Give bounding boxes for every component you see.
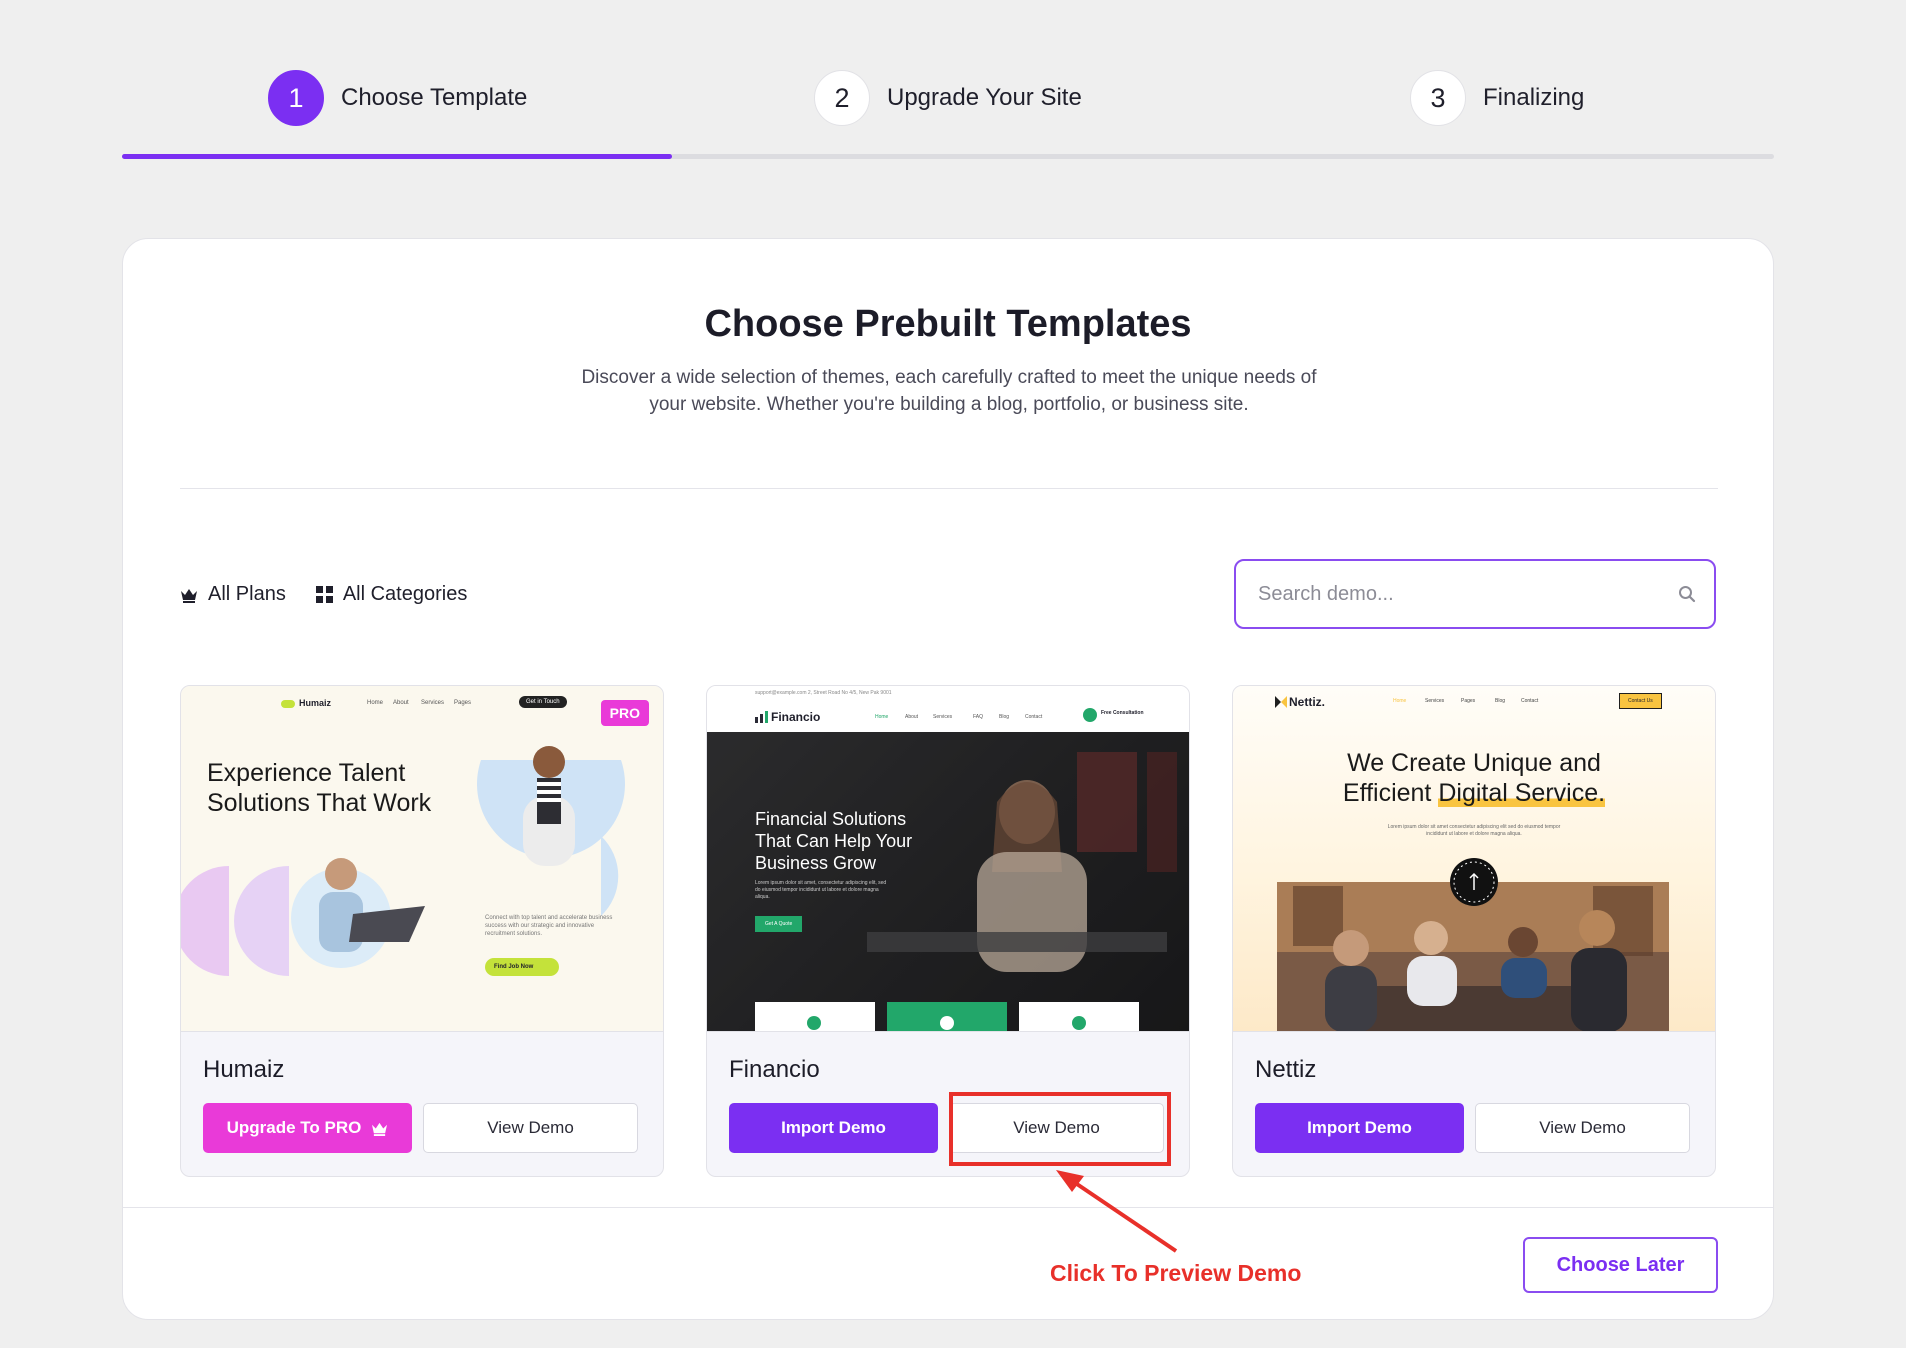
crown-icon	[181, 588, 197, 603]
template-card-humaiz: Humaiz Home About Services Pages Get in …	[180, 685, 664, 1177]
preview-topbar: support@example.com 2, Street Road No 4/…	[755, 690, 892, 696]
preview-button: Get A Quote	[755, 916, 803, 932]
template-preview[interactable]: support@example.com 2, Street Road No 4/…	[707, 686, 1189, 1032]
all-categories-label: All Categories	[342, 583, 468, 605]
template-preview[interactable]: Nettiz. Home Services Pages Blog Contact…	[1233, 686, 1715, 1032]
search-input[interactable]	[1258, 582, 1678, 606]
feature-icon	[1072, 1016, 1086, 1030]
progress-fill	[122, 154, 673, 159]
preview-headline: Financial Solutions That Can Help Your B…	[755, 808, 912, 874]
step-label: Finalizing	[1483, 84, 1585, 111]
upgrade-to-pro-button[interactable]: Upgrade To PRO	[203, 1103, 412, 1153]
preview-button: Find Job Now	[485, 958, 560, 976]
step-choose-template[interactable]: 1 Choose Template	[268, 70, 527, 126]
preview-consult: Free Consultation	[1101, 710, 1144, 716]
preview-nav-item: Blog	[999, 714, 1010, 720]
preview-body: Lorem ipsum dolor sit amet, consectetur …	[755, 880, 887, 900]
step-finalizing[interactable]: 3 Finalizing	[1410, 70, 1584, 126]
upgrade-label: Upgrade To PRO	[226, 1118, 362, 1137]
view-demo-button[interactable]: View Demo	[1475, 1103, 1690, 1153]
step-number: 3	[1410, 70, 1466, 126]
import-demo-button[interactable]: Import Demo	[729, 1103, 938, 1153]
choose-later-button[interactable]: Choose Later	[1523, 1237, 1718, 1293]
preview-nav-item: Home	[875, 714, 889, 720]
import-demo-button[interactable]: Import Demo	[1255, 1103, 1464, 1153]
template-card-nettiz: Nettiz. Home Services Pages Blog Contact…	[1232, 685, 1716, 1177]
step-upgrade-your-site[interactable]: 2 Upgrade Your Site	[814, 70, 1082, 126]
progress-track	[122, 154, 1774, 159]
divider	[180, 488, 1718, 489]
stepper: 1 Choose Template 2 Upgrade Your Site 3 …	[122, 60, 1774, 160]
preview-nav-item: FAQ	[973, 714, 984, 720]
all-plans-label: All Plans	[208, 583, 286, 605]
step-label: Upgrade Your Site	[887, 84, 1082, 111]
preview-headline-line: That Can Help Your	[755, 831, 913, 851]
search-box	[1234, 559, 1716, 629]
grid-icon	[315, 586, 333, 603]
preview-nav-item: Services	[933, 714, 953, 720]
template-name: Humaiz	[203, 1056, 285, 1083]
step-number: 1	[268, 70, 324, 126]
template-picker-card: Choose Prebuilt Templates Discover a wid…	[122, 238, 1774, 1320]
step-label: Choose Template	[341, 84, 528, 111]
preview-headline-line: Business Grow	[755, 853, 877, 873]
preview-body: Connect with top talent and accelerate b…	[485, 915, 613, 937]
all-categories-filter[interactable]: All Categories	[315, 583, 468, 606]
footer-divider	[123, 1207, 1773, 1208]
annotation-text: Click To Preview Demo	[1050, 1260, 1302, 1286]
step-number: 2	[814, 70, 870, 126]
filter-bar: All Plans All Categories	[180, 583, 497, 606]
feature-icon	[807, 1016, 821, 1030]
preview-headline-line: Financial Solutions	[755, 809, 907, 829]
financio-logo-icon	[755, 711, 768, 723]
feature-icon	[940, 1016, 954, 1030]
page-description: Discover a wide selection of themes, eac…	[581, 367, 1317, 415]
page-title: Choose Prebuilt Templates	[704, 303, 1192, 345]
template-preview[interactable]: Humaiz Home About Services Pages Get in …	[181, 686, 663, 1032]
preview-logo: Financio	[771, 710, 821, 724]
humaiz-hero-illustration	[181, 746, 625, 976]
nettiz-team-photo	[1277, 858, 1669, 1031]
crown-icon	[372, 1122, 388, 1136]
preview-nav-item: Contact	[1025, 714, 1043, 720]
all-plans-filter[interactable]: All Plans	[180, 583, 286, 606]
preview-nav-item: About	[905, 714, 919, 720]
template-name: Nettiz	[1255, 1056, 1317, 1083]
annotation-highlight-box	[949, 1092, 1171, 1166]
template-name: Financio	[729, 1056, 820, 1083]
phone-icon	[1083, 708, 1097, 722]
view-demo-button[interactable]: View Demo	[423, 1103, 638, 1153]
search-icon[interactable]	[1678, 585, 1696, 603]
